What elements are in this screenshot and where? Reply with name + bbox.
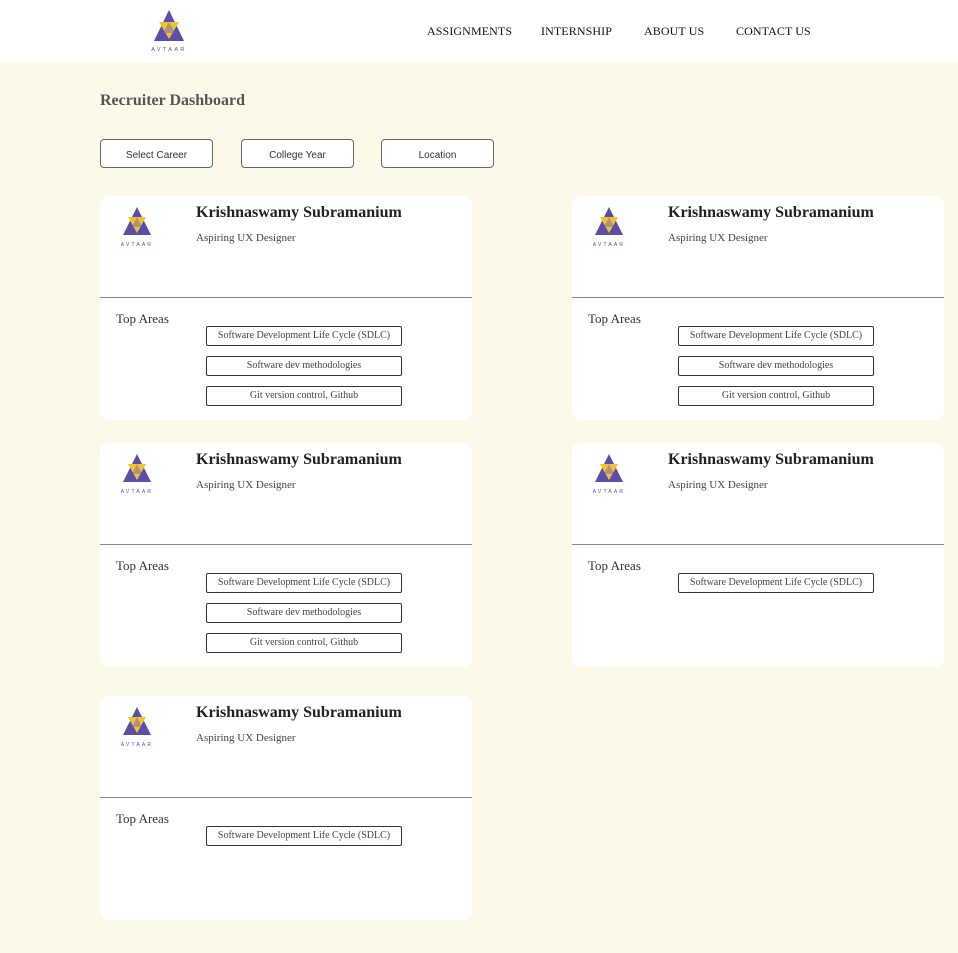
page-title: Recruiter Dashboard <box>100 92 246 109</box>
top-navigation-bar: AVTAAR ASSIGNMENTS INTERNSHIP ABOUT US C… <box>0 0 958 63</box>
top-area-tag[interactable]: Software Development Life Cycle (SDLC) <box>206 573 402 593</box>
svg-text:AVTAAR: AVTAAR <box>593 242 625 248</box>
candidate-name[interactable]: Krishnaswamy Subramanium <box>196 451 402 469</box>
top-areas-label: Top Areas <box>588 558 641 573</box>
nav-assignments-link[interactable]: ASSIGNMENTS <box>427 24 512 39</box>
top-area-tag[interactable]: Software Development Life Cycle (SDLC) <box>206 826 402 846</box>
top-area-tag[interactable]: Software Development Life Cycle (SDLC) <box>678 326 874 346</box>
top-area-tag[interactable]: Software dev methodologies <box>206 356 402 376</box>
candidate-avatar-logo: AVTAAR <box>121 707 153 748</box>
candidate-role: Aspiring UX Designer <box>668 479 768 491</box>
top-areas-list: Software Development Life Cycle (SDLC) So… <box>206 573 402 663</box>
candidate-role: Aspiring UX Designer <box>196 232 296 244</box>
candidate-role: Aspiring UX Designer <box>196 732 296 744</box>
top-areas-label: Top Areas <box>588 311 641 326</box>
candidate-card[interactable]: AVTAAR Krishnaswamy Subramanium Aspiring… <box>100 696 472 920</box>
top-areas-label: Top Areas <box>116 811 169 826</box>
top-area-tag[interactable]: Software dev methodologies <box>678 356 874 376</box>
location-filter-button[interactable]: Location <box>381 139 494 168</box>
candidate-card[interactable]: AVTAAR Krishnaswamy Subramanium Aspiring… <box>100 443 472 667</box>
candidate-name[interactable]: Krishnaswamy Subramanium <box>196 704 402 722</box>
svg-text:AVTAAR: AVTAAR <box>151 47 187 53</box>
college-year-filter-button[interactable]: College Year <box>241 139 354 168</box>
card-divider <box>572 544 944 545</box>
candidate-avatar-logo: AVTAAR <box>121 207 153 248</box>
nav-contact-us-link[interactable]: CONTACT US <box>736 24 811 39</box>
card-divider <box>100 297 472 298</box>
top-area-tag[interactable]: Git version control, Github <box>206 633 402 653</box>
top-area-tag[interactable]: Software Development Life Cycle (SDLC) <box>206 326 402 346</box>
top-area-tag[interactable]: Software dev methodologies <box>206 603 402 623</box>
candidate-avatar-logo: AVTAAR <box>593 207 625 248</box>
top-area-tag[interactable]: Git version control, Github <box>678 386 874 406</box>
candidate-role: Aspiring UX Designer <box>196 479 296 491</box>
top-areas-label: Top Areas <box>116 311 169 326</box>
card-divider <box>572 297 944 298</box>
card-divider <box>100 797 472 798</box>
top-areas-list: Software Development Life Cycle (SDLC) <box>206 826 402 856</box>
main-nav: ASSIGNMENTS INTERNSHIP ABOUT US CONTACT … <box>0 24 958 40</box>
candidate-role: Aspiring UX Designer <box>668 232 768 244</box>
card-divider <box>100 544 472 545</box>
top-areas-list: Software Development Life Cycle (SDLC) <box>678 573 874 603</box>
select-career-filter-button[interactable]: Select Career <box>100 139 213 168</box>
top-areas-list: Software Development Life Cycle (SDLC) So… <box>206 326 402 416</box>
candidate-card[interactable]: AVTAAR Krishnaswamy Subramanium Aspiring… <box>572 196 944 420</box>
candidate-card[interactable]: AVTAAR Krishnaswamy Subramanium Aspiring… <box>100 196 472 420</box>
svg-text:AVTAAR: AVTAAR <box>121 242 153 248</box>
nav-about-us-link[interactable]: ABOUT US <box>644 24 704 39</box>
candidate-name[interactable]: Krishnaswamy Subramanium <box>668 451 874 469</box>
nav-internship-link[interactable]: INTERNSHIP <box>541 24 612 39</box>
svg-text:AVTAAR: AVTAAR <box>121 489 153 495</box>
top-area-tag[interactable]: Git version control, Github <box>206 386 402 406</box>
top-area-tag[interactable]: Software Development Life Cycle (SDLC) <box>678 573 874 593</box>
svg-text:AVTAAR: AVTAAR <box>121 742 153 748</box>
candidate-card[interactable]: AVTAAR Krishnaswamy Subramanium Aspiring… <box>572 443 944 667</box>
candidate-name[interactable]: Krishnaswamy Subramanium <box>668 204 874 222</box>
candidate-name[interactable]: Krishnaswamy Subramanium <box>196 204 402 222</box>
candidate-avatar-logo: AVTAAR <box>121 454 153 495</box>
top-areas-list: Software Development Life Cycle (SDLC) So… <box>678 326 874 416</box>
svg-text:AVTAAR: AVTAAR <box>593 489 625 495</box>
top-areas-label: Top Areas <box>116 558 169 573</box>
candidate-avatar-logo: AVTAAR <box>593 454 625 495</box>
